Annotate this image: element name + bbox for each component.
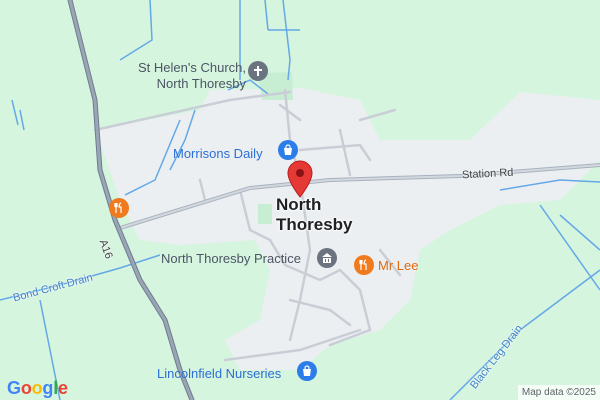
lincolnfield-label[interactable]: Lincolnfield Nurseries (157, 366, 281, 381)
location-pin-icon[interactable] (286, 160, 314, 198)
shopping-bag-icon[interactable] (297, 361, 317, 381)
practice-label[interactable]: North Thoresby Practice (161, 251, 301, 266)
church-label[interactable]: St Helen's Church, North Thoresby (128, 60, 246, 92)
morrisons-label[interactable]: Morrisons Daily (173, 146, 263, 161)
church-label-line2: North Thoresby (156, 76, 246, 91)
google-logo[interactable]: Google (7, 378, 68, 399)
place-name-line1: North (276, 195, 322, 214)
medical-building-icon[interactable] (317, 248, 337, 268)
map-attribution[interactable]: Map data ©2025 (517, 385, 600, 400)
map-canvas[interactable]: Station Rd A16 Bond Croft Drain Black Le… (0, 0, 600, 400)
google-logo-text: Google (7, 378, 68, 398)
place-name-line2: Thoresby (276, 215, 353, 234)
restaurant-icon[interactable] (109, 198, 129, 218)
place-name: North Thoresby (276, 195, 353, 235)
mr-lee-label[interactable]: Mr Lee (378, 258, 418, 273)
shopping-bag-icon[interactable] (278, 140, 298, 160)
park-area (258, 204, 272, 224)
church-icon[interactable] (248, 61, 268, 81)
restaurant-icon[interactable] (354, 255, 374, 275)
church-label-line1: St Helen's Church, (138, 60, 246, 75)
